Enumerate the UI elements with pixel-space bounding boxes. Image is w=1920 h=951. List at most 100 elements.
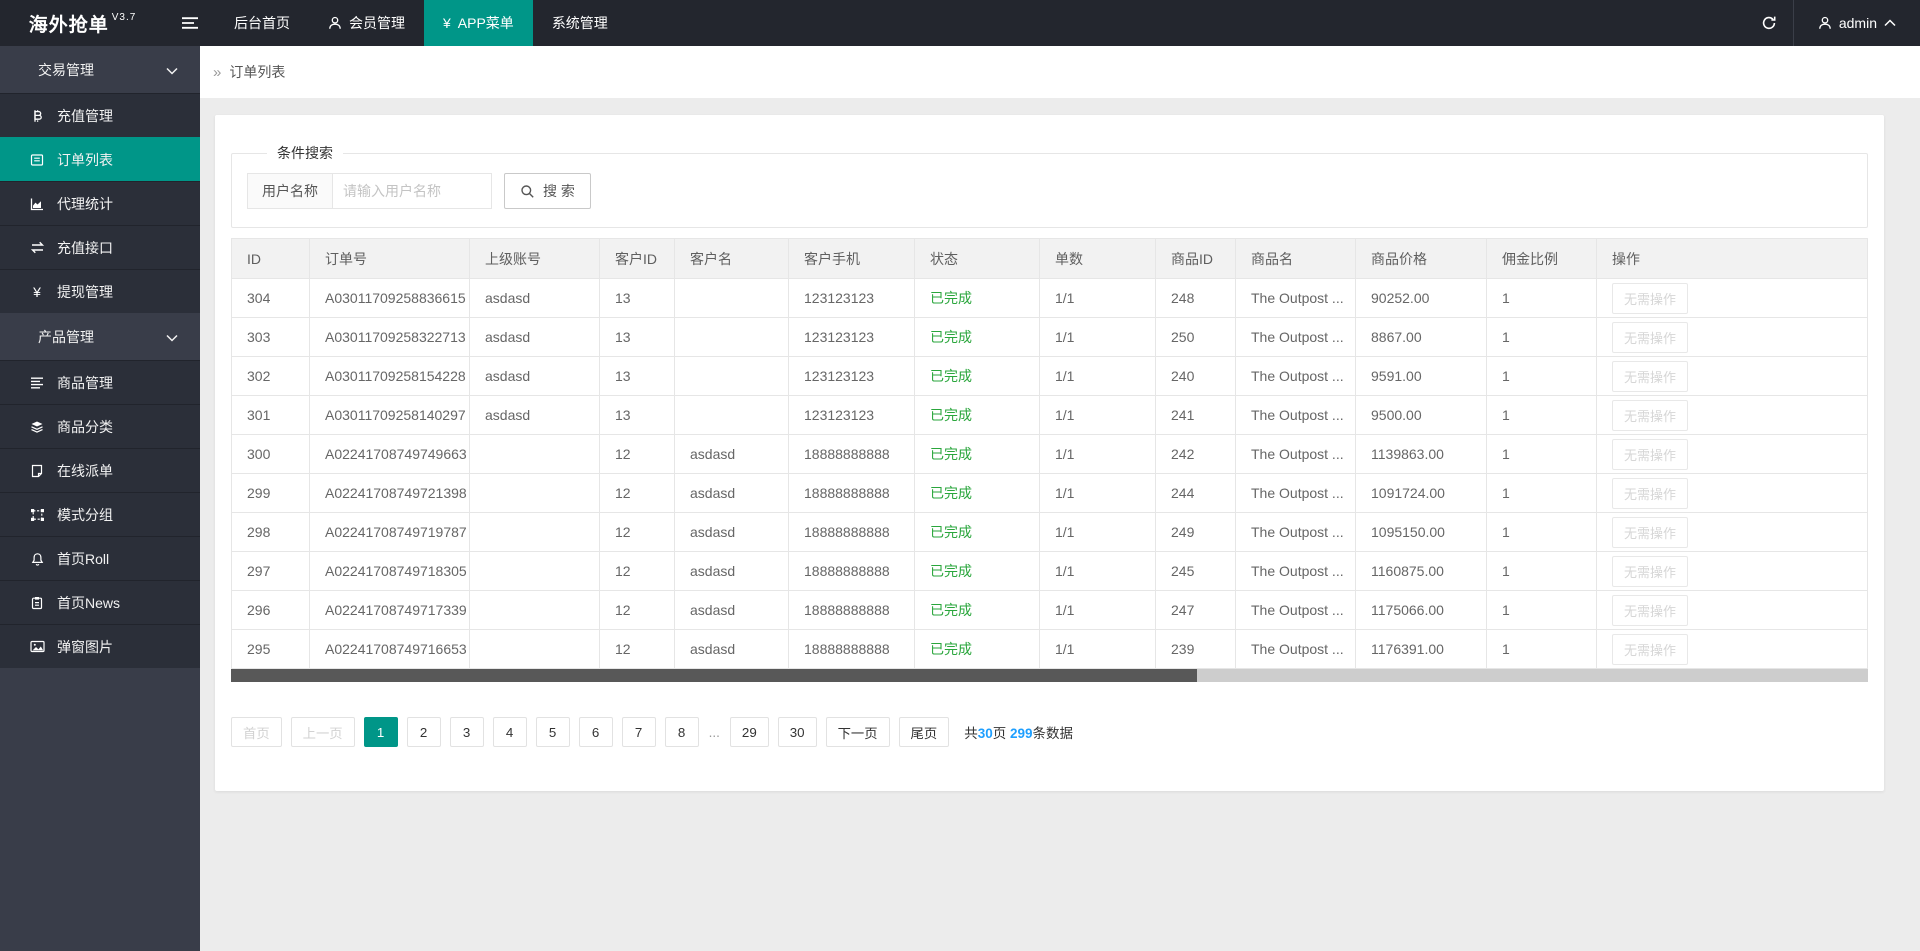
list-icon (30, 377, 44, 389)
order-table-body: 304 A03011709258836615 asdasd 13 123123123 已完… (231, 278, 1868, 669)
sidebar-item-label: 提现管理 (57, 283, 113, 300)
top-nav-item[interactable]: 系统管理 (533, 0, 627, 46)
table-cell: 250 (1155, 317, 1236, 357)
sidebar-item[interactable]: 弹窗图片 (0, 624, 200, 668)
sidebar-group-header[interactable]: 交易管理 (0, 46, 200, 93)
table-cell: asdasd (674, 434, 789, 474)
page-number-button[interactable]: 6 (578, 717, 613, 747)
sidebar-item-label: 在线派单 (57, 462, 113, 479)
table-cell: 12 (599, 551, 675, 591)
table-cell: 1160875.00 (1355, 551, 1487, 591)
column-header: 状态 (914, 238, 1040, 279)
sidebar-item[interactable]: ¥ 提现管理 (0, 269, 200, 313)
table-cell: asdasd (674, 512, 789, 552)
page-number-button[interactable]: 29 (729, 717, 769, 747)
table-cell: 1176391.00 (1355, 629, 1487, 669)
table-cell: A02241708749719787 (309, 512, 470, 552)
column-header: 订单号 (309, 238, 470, 279)
table-cell: 13 (599, 395, 675, 435)
search-row: 用户名称 搜 索 (247, 173, 1852, 209)
table-cell: 1139863.00 (1355, 434, 1487, 474)
page-number-button[interactable]: 5 (535, 717, 570, 747)
sidebar: 交易管理充值管理 订单列表 代理统计 充值接口 ¥ 提现管理 产品管理商品管理商品分类在线派… (0, 46, 200, 951)
table-cell: 123123123 (788, 356, 915, 396)
table-cell: The Outpost ... (1235, 551, 1356, 591)
table-cell: 18888888888 (788, 629, 915, 669)
page-title: 订单列表 (229, 64, 286, 80)
sidebar-item-label: 交易管理 (38, 61, 94, 78)
sidebar-item-label: 商品管理 (57, 374, 113, 391)
table-cell: 1 (1486, 356, 1597, 396)
table-cell: The Outpost ... (1235, 512, 1356, 552)
status-cell: 已完成 (914, 512, 1040, 552)
status-badge: 已完成 (930, 602, 972, 618)
top-nav-item[interactable]: ¥ APP菜单 (424, 0, 533, 46)
page-number-button[interactable]: 4 (492, 717, 527, 747)
table-cell: 9591.00 (1355, 356, 1487, 396)
sidebar-item[interactable]: 充值接口 (0, 225, 200, 269)
table-cell: 1 (1486, 590, 1597, 630)
action-cell: 无需操作 (1596, 356, 1868, 396)
sidebar-item[interactable]: 商品管理 (0, 360, 200, 404)
chevron-down-icon (166, 334, 178, 342)
page-number-button[interactable]: 3 (449, 717, 484, 747)
table-cell: 1/1 (1039, 551, 1156, 591)
table-cell: 301 (231, 395, 310, 435)
page-number-button[interactable]: 8 (664, 717, 699, 747)
hamburger-icon (181, 16, 199, 30)
table-cell: 1/1 (1039, 590, 1156, 630)
page-number-button[interactable]: 2 (406, 717, 441, 747)
table-row: 298 A02241708749719787 12 asdasd 18888888888… (231, 512, 1868, 552)
table-cell: 18888888888 (788, 434, 915, 474)
search-button[interactable]: 搜 索 (504, 173, 591, 209)
column-header: 客户手机 (788, 238, 915, 279)
breadcrumb: » 订单列表 (200, 46, 1920, 98)
status-cell: 已完成 (914, 590, 1040, 630)
status-badge: 已完成 (930, 290, 972, 306)
table-cell: The Outpost ... (1235, 473, 1356, 513)
no-action-button: 无需操作 (1612, 399, 1689, 431)
page-number-button[interactable]: 7 (621, 717, 656, 747)
table-cell: 1 (1486, 434, 1597, 474)
layers-icon (30, 420, 44, 434)
username-input[interactable] (332, 173, 492, 209)
status-badge: 已完成 (930, 446, 972, 462)
sidebar-item[interactable]: 首页News (0, 580, 200, 624)
refresh-button[interactable] (1745, 0, 1793, 46)
app-title: 海外抢单 (28, 14, 109, 36)
table-cell: asdasd (674, 473, 789, 513)
table-cell: 18888888888 (788, 512, 915, 552)
scrollbar-thumb[interactable] (231, 669, 1197, 682)
sidebar-item[interactable]: 模式分组 (0, 492, 200, 536)
search-legend: 条件搜索 (277, 145, 333, 161)
sidebar-item[interactable]: 商品分类 (0, 404, 200, 448)
user-icon (328, 16, 342, 30)
sidebar-item[interactable]: 代理统计 (0, 181, 200, 225)
table-cell: A02241708749717339 (309, 590, 470, 630)
sidebar-item[interactable]: 充值管理 (0, 93, 200, 137)
admin-username: admin (1838, 15, 1877, 31)
sidebar-group-header[interactable]: 产品管理 (0, 313, 200, 360)
action-cell: 无需操作 (1596, 512, 1868, 552)
top-nav-item[interactable]: 会员管理 (309, 0, 424, 46)
table-cell: asdasd (469, 278, 600, 318)
action-cell: 无需操作 (1596, 434, 1868, 474)
page-number-button[interactable]: 30 (777, 717, 817, 747)
sidebar-item[interactable]: 首页Roll (0, 536, 200, 580)
sidebar-item-label: 商品分类 (57, 418, 113, 435)
table-cell: A02241708749718305 (309, 551, 470, 591)
app-version: V3.7 (111, 11, 137, 23)
horizontal-scrollbar[interactable] (231, 669, 1868, 682)
table-cell (469, 590, 600, 630)
sidebar-item[interactable]: 在线派单 (0, 448, 200, 492)
sidebar-item[interactable]: 订单列表 (0, 137, 200, 181)
last-page-button[interactable]: 尾页 (898, 717, 950, 747)
table-cell: 1/1 (1039, 629, 1156, 669)
column-header: 商品ID (1155, 238, 1236, 279)
page-number-button[interactable]: 1 (363, 717, 398, 747)
table-row: 300 A02241708749749663 12 asdasd 18888888888… (231, 434, 1868, 474)
collapse-menu-button[interactable] (165, 0, 215, 46)
top-nav-item[interactable]: 后台首页 (215, 0, 309, 46)
admin-dropdown[interactable]: admin (1794, 0, 1920, 46)
next-page-button[interactable]: 下一页 (825, 717, 890, 747)
